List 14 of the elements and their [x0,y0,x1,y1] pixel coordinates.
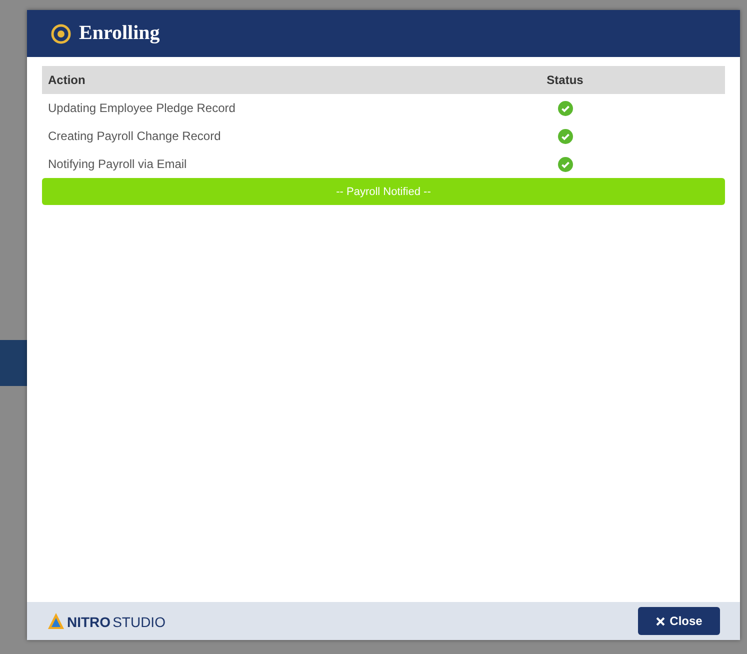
logo-icon [47,612,65,630]
column-header: Action [42,66,405,94]
logo-text: NITRO [67,614,111,630]
close-icon [656,616,665,626]
circle-icon [51,24,71,44]
table-cell-text: Notifying Payroll via Email [47,156,188,173]
table-cell-text: Creating Payroll Change Record [47,128,222,145]
page-button-fragment [0,340,27,386]
logo-text: STUDIO [112,614,166,630]
close-button[interactable]: Close [638,607,720,635]
table-cell-text: Updating Employee Pledge Record [47,100,236,117]
column-header: Status [405,66,725,94]
dialog-title: Enrolling [79,22,160,45]
banner-text: -- Payroll Notified -- [336,186,431,198]
